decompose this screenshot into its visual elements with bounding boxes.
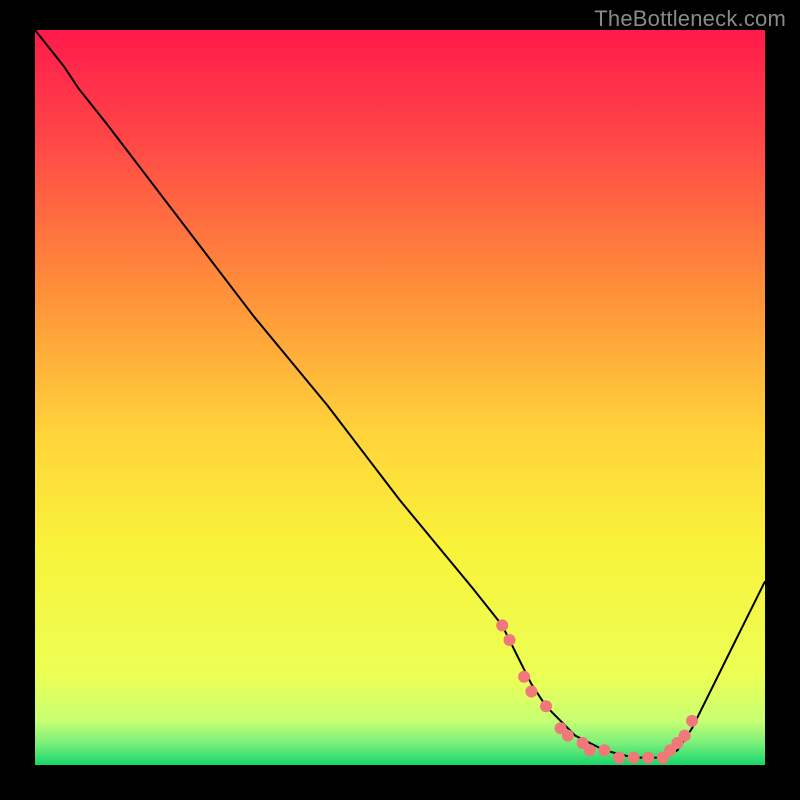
marker-point bbox=[679, 730, 691, 742]
marker-point bbox=[496, 619, 508, 631]
plot-background bbox=[35, 30, 765, 765]
marker-point bbox=[628, 752, 640, 764]
marker-point bbox=[613, 752, 625, 764]
watermark-text: TheBottleneck.com bbox=[594, 6, 786, 32]
marker-point bbox=[584, 744, 596, 756]
marker-point bbox=[562, 730, 574, 742]
marker-point bbox=[518, 671, 530, 683]
marker-point bbox=[504, 634, 516, 646]
marker-point bbox=[540, 700, 552, 712]
bottleneck-chart bbox=[0, 0, 800, 800]
chart-frame: TheBottleneck.com bbox=[0, 0, 800, 800]
marker-point bbox=[642, 752, 654, 764]
marker-point bbox=[598, 744, 610, 756]
marker-point bbox=[686, 715, 698, 727]
marker-point bbox=[525, 686, 537, 698]
